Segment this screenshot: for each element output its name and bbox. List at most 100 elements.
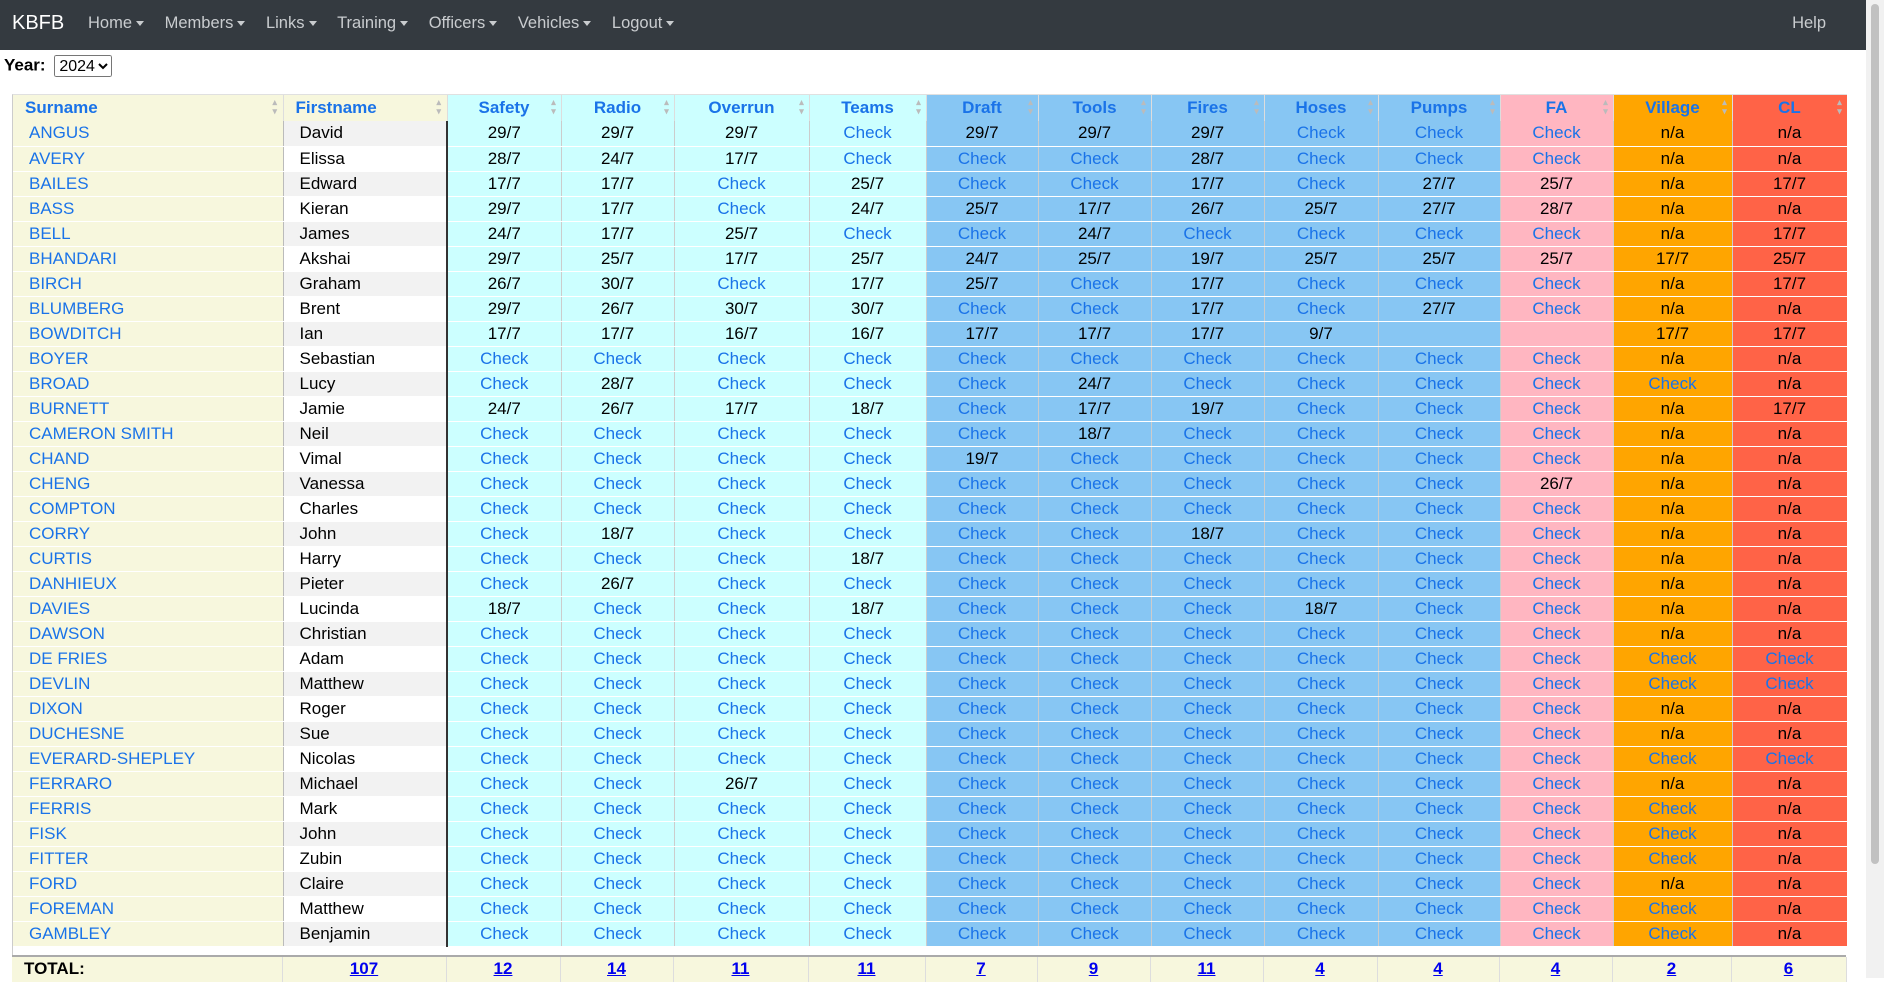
check-link[interactable]: Check [926, 521, 1039, 547]
total-count-link[interactable]: 4 [1315, 959, 1324, 978]
check-link[interactable]: Check [561, 646, 675, 672]
check-link[interactable]: Check [674, 746, 810, 772]
total-count-link[interactable]: 2 [1667, 959, 1676, 978]
surname-link[interactable]: BLUMBERG [13, 296, 284, 322]
check-link[interactable]: Check [674, 696, 810, 722]
check-link[interactable]: Check [447, 771, 562, 797]
check-link[interactable]: Check [1500, 821, 1614, 847]
check-link[interactable]: Check [809, 446, 927, 472]
check-link[interactable]: Check [1038, 696, 1152, 722]
check-link[interactable]: Check [1378, 521, 1501, 547]
check-link[interactable]: Check [1500, 521, 1614, 547]
check-link[interactable]: Check [561, 446, 675, 472]
check-link[interactable]: Check [926, 696, 1039, 722]
check-link[interactable]: Check [1500, 746, 1614, 772]
check-link[interactable]: Check [1151, 771, 1265, 797]
check-link[interactable]: Check [1613, 821, 1733, 847]
check-link[interactable]: Check [561, 471, 675, 497]
check-link[interactable]: Check [1500, 596, 1614, 622]
check-link[interactable]: Check [809, 221, 927, 247]
check-link[interactable]: Check [1151, 371, 1265, 397]
check-link[interactable]: Check [1378, 121, 1501, 147]
check-link[interactable]: Check [561, 746, 675, 772]
check-link[interactable]: Check [1500, 696, 1614, 722]
check-link[interactable]: Check [447, 546, 562, 572]
check-link[interactable]: Check [1732, 746, 1847, 772]
check-link[interactable]: Check [1151, 671, 1265, 697]
check-link[interactable]: Check [1038, 171, 1152, 197]
check-link[interactable]: Check [1378, 721, 1501, 747]
check-link[interactable]: Check [1038, 746, 1152, 772]
check-link[interactable]: Check [1378, 871, 1501, 897]
check-link[interactable]: Check [1732, 646, 1847, 672]
column-header-surname[interactable]: Surname [13, 95, 284, 121]
surname-link[interactable]: COMPTON [13, 496, 284, 522]
check-link[interactable]: Check [674, 821, 810, 847]
check-link[interactable]: Check [561, 596, 675, 622]
total-count-link[interactable]: 9 [1089, 959, 1098, 978]
check-link[interactable]: Check [1500, 871, 1614, 897]
brand-logo[interactable]: KBFB [12, 12, 64, 35]
check-link[interactable]: Check [1151, 896, 1265, 922]
check-link[interactable]: Check [926, 596, 1039, 622]
check-link[interactable]: Check [926, 846, 1039, 872]
check-link[interactable]: Check [1500, 846, 1614, 872]
column-header-draft[interactable]: Draft [926, 95, 1039, 121]
check-link[interactable]: Check [1151, 446, 1265, 472]
column-header-pumps[interactable]: Pumps [1378, 95, 1501, 121]
check-link[interactable]: Check [1151, 821, 1265, 847]
total-count-link[interactable]: 14 [607, 959, 626, 978]
check-link[interactable]: Check [1378, 921, 1501, 947]
check-link[interactable]: Check [1500, 496, 1614, 522]
check-link[interactable]: Check [1038, 621, 1152, 647]
check-link[interactable]: Check [809, 771, 927, 797]
check-link[interactable]: Check [674, 921, 810, 947]
check-link[interactable]: Check [1264, 421, 1379, 447]
surname-link[interactable]: FISK [13, 821, 284, 847]
check-link[interactable]: Check [1264, 521, 1379, 547]
check-link[interactable]: Check [1151, 746, 1265, 772]
check-link[interactable]: Check [1500, 296, 1614, 322]
check-link[interactable]: Check [926, 146, 1039, 172]
check-link[interactable]: Check [1038, 896, 1152, 922]
check-link[interactable]: Check [1038, 846, 1152, 872]
check-link[interactable]: Check [1038, 346, 1152, 372]
check-link[interactable]: Check [447, 921, 562, 947]
check-link[interactable]: Check [809, 846, 927, 872]
check-link[interactable]: Check [447, 346, 562, 372]
check-link[interactable]: Check [926, 821, 1039, 847]
check-link[interactable]: Check [447, 571, 562, 597]
help-link[interactable]: Help [1792, 14, 1826, 33]
check-link[interactable]: Check [1151, 871, 1265, 897]
check-link[interactable]: Check [447, 446, 562, 472]
check-link[interactable]: Check [674, 796, 810, 822]
check-link[interactable]: Check [447, 421, 562, 447]
check-link[interactable]: Check [1500, 221, 1614, 247]
total-count-link[interactable]: 11 [732, 959, 750, 978]
menu-members[interactable]: Members [165, 14, 246, 33]
check-link[interactable]: Check [1613, 371, 1733, 397]
check-link[interactable]: Check [809, 421, 927, 447]
surname-link[interactable]: BURNETT [13, 396, 284, 422]
check-link[interactable]: Check [809, 121, 927, 147]
check-link[interactable]: Check [926, 896, 1039, 922]
check-link[interactable]: Check [674, 596, 810, 622]
check-link[interactable]: Check [1038, 671, 1152, 697]
check-link[interactable]: Check [561, 871, 675, 897]
check-link[interactable]: Check [1378, 621, 1501, 647]
check-link[interactable]: Check [926, 496, 1039, 522]
check-link[interactable]: Check [561, 821, 675, 847]
check-link[interactable]: Check [1500, 146, 1614, 172]
check-link[interactable]: Check [1264, 796, 1379, 822]
check-link[interactable]: Check [1378, 546, 1501, 572]
check-link[interactable]: Check [926, 421, 1039, 447]
check-link[interactable]: Check [1500, 896, 1614, 922]
check-link[interactable]: Check [561, 696, 675, 722]
check-link[interactable]: Check [1038, 596, 1152, 622]
check-link[interactable]: Check [1038, 471, 1152, 497]
column-header-fires[interactable]: Fires [1151, 95, 1265, 121]
check-link[interactable]: Check [1038, 571, 1152, 597]
check-link[interactable]: Check [1378, 696, 1501, 722]
check-link[interactable]: Check [1038, 771, 1152, 797]
check-link[interactable]: Check [447, 471, 562, 497]
